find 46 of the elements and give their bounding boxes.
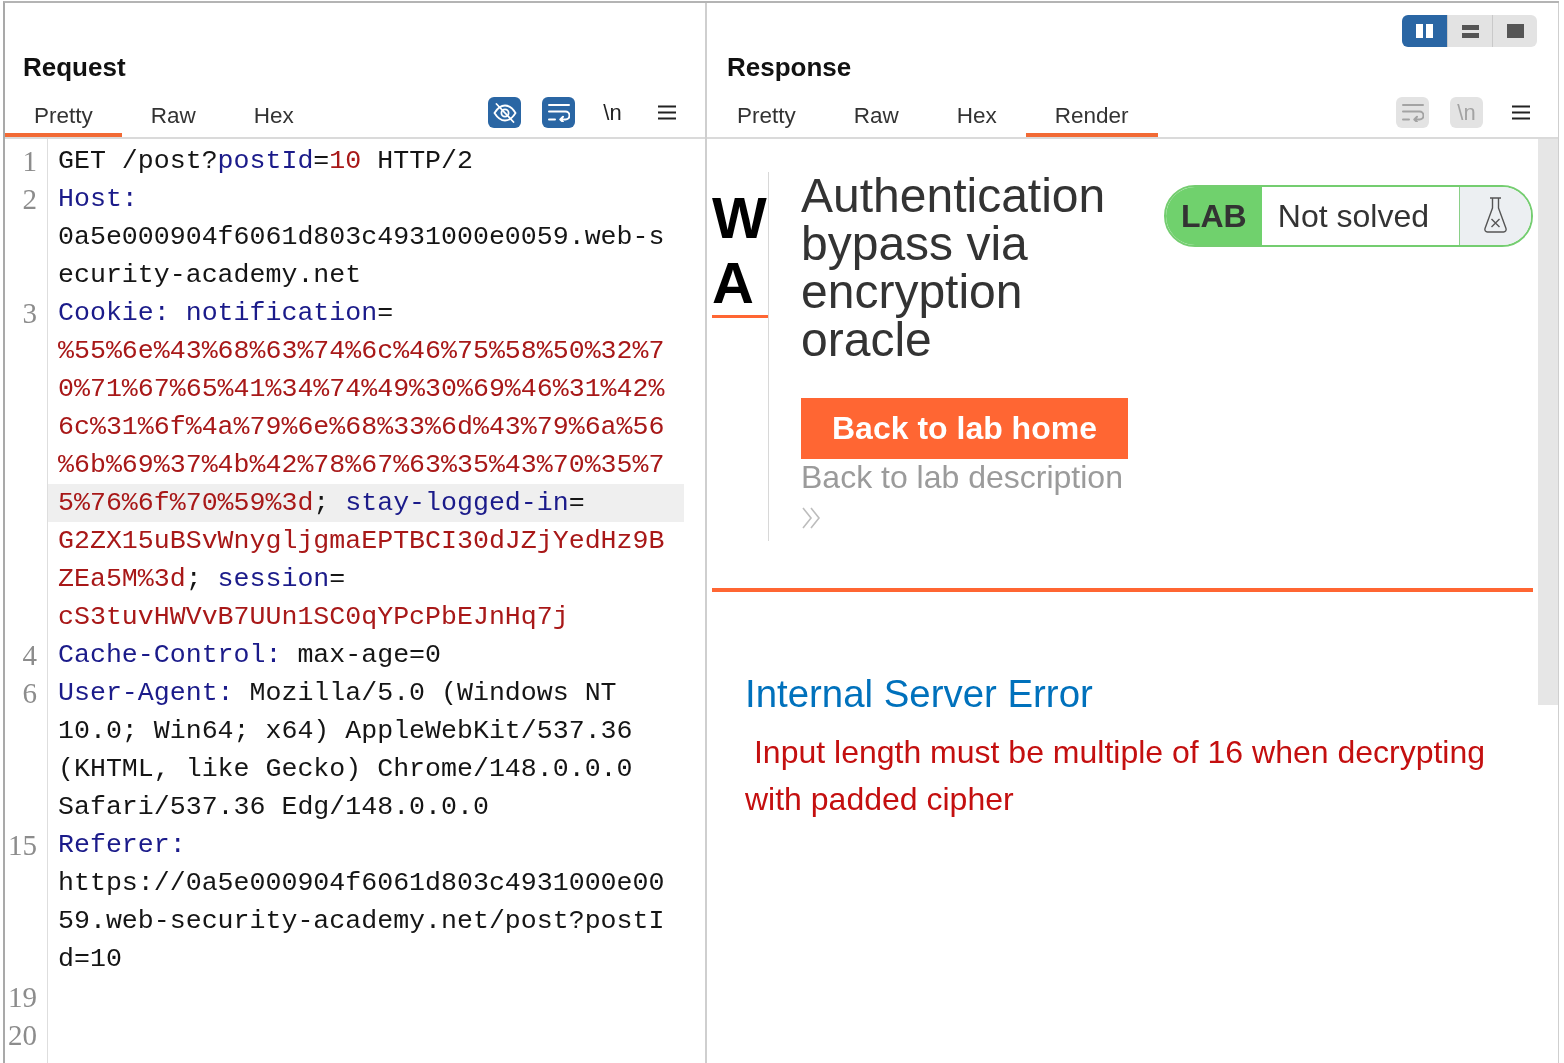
lab-title: Authentication bypass via encryption oracle [801, 172, 1107, 364]
logo-letter: A [712, 250, 755, 315]
wrap-icon [547, 103, 570, 122]
tab[interactable]: Hex [224, 94, 323, 137]
code-line: Cookie: notification= %55%6e%43%68%63%74%6c%46%75%58%50%32%70%71%67%65%41%34%74%49%30%69%46%31%42%6c%31%6f%4a%79%6e%68%33%6d%43%79%6a%56%6b%69%37%4b%42%78%67%63%35%43%70%35%75%76%6f%70%59%3d; stay-logged-in= G2ZX15uBSvWnygljgmaEPTBCI30dJZjYedHz9BZEa5M%3d; session= cS3tuvHWVvB7UUn1SC0qYPcPbEJnHq7j [48, 294, 684, 636]
line-number: 3 [21, 296, 38, 331]
line-number: 19 [7, 980, 38, 1015]
layout-button[interactable] [1447, 15, 1492, 47]
two-rows-icon [1461, 24, 1479, 38]
code-line: Referer: https://0a5e000904f6061d803c4931000e0059.web-security-academy.net/post?postId=10 [57, 829, 666, 976]
layout-button[interactable] [1402, 15, 1447, 47]
panel-title: Response [726, 52, 853, 82]
lab-label: LAB [1165, 187, 1262, 245]
error-heading: Internal Server Error [745, 672, 1094, 716]
code-line: Host: 0a5e000904f6061d803c4931000e0059.web-security-academy.net [57, 183, 666, 292]
line-number: 2 [21, 182, 38, 217]
tab[interactable]: Raw [121, 94, 225, 137]
scrollbar-thumb[interactable] [1538, 139, 1558, 705]
code-line: GET /post?postId=10 HTTP/2 [57, 145, 474, 178]
tab[interactable]: Render [1025, 94, 1158, 137]
logo-letter: W [712, 185, 768, 250]
code-line: User-Agent: Mozilla/5.0 (Windows NT 10.0; Win64; x64) AppleWebKit/537.36 (KHTML, like Gecko) Chrome/148.0.0.0 Safari/537.36 Edg/148.0.0.0 [57, 677, 634, 824]
tab[interactable]: Hex [927, 94, 1026, 137]
newline-toggle[interactable]: \n [596, 97, 629, 128]
tab[interactable]: Pretty [5, 94, 122, 137]
line-number: 15 [7, 828, 38, 863]
line-number: 6 [21, 676, 38, 711]
tab[interactable]: Raw [824, 94, 928, 137]
line-number: 1 [21, 144, 38, 179]
line-number: 4 [21, 638, 38, 673]
line-number: 20 [7, 1018, 38, 1053]
wrap-toggle[interactable] [542, 97, 575, 128]
two-columns-icon [1416, 24, 1433, 38]
error-message: Input length must be multiple of 16 when decrypting with padded cipher [745, 733, 1487, 819]
panel-title: Request [22, 52, 127, 82]
square-icon [1506, 24, 1524, 38]
hide-toggle[interactable] [488, 97, 521, 128]
menu-icon [657, 105, 676, 120]
tab[interactable]: Pretty [708, 94, 825, 137]
eye-slash-icon [492, 102, 517, 123]
code-line: Cache-Control: max-age=0 [57, 639, 443, 672]
wrap-icon [1401, 103, 1424, 122]
layout-button[interactable] [1492, 15, 1537, 47]
double-chevron-icon [801, 505, 823, 531]
flask-icon [1460, 187, 1531, 245]
menu-icon [1511, 105, 1530, 120]
